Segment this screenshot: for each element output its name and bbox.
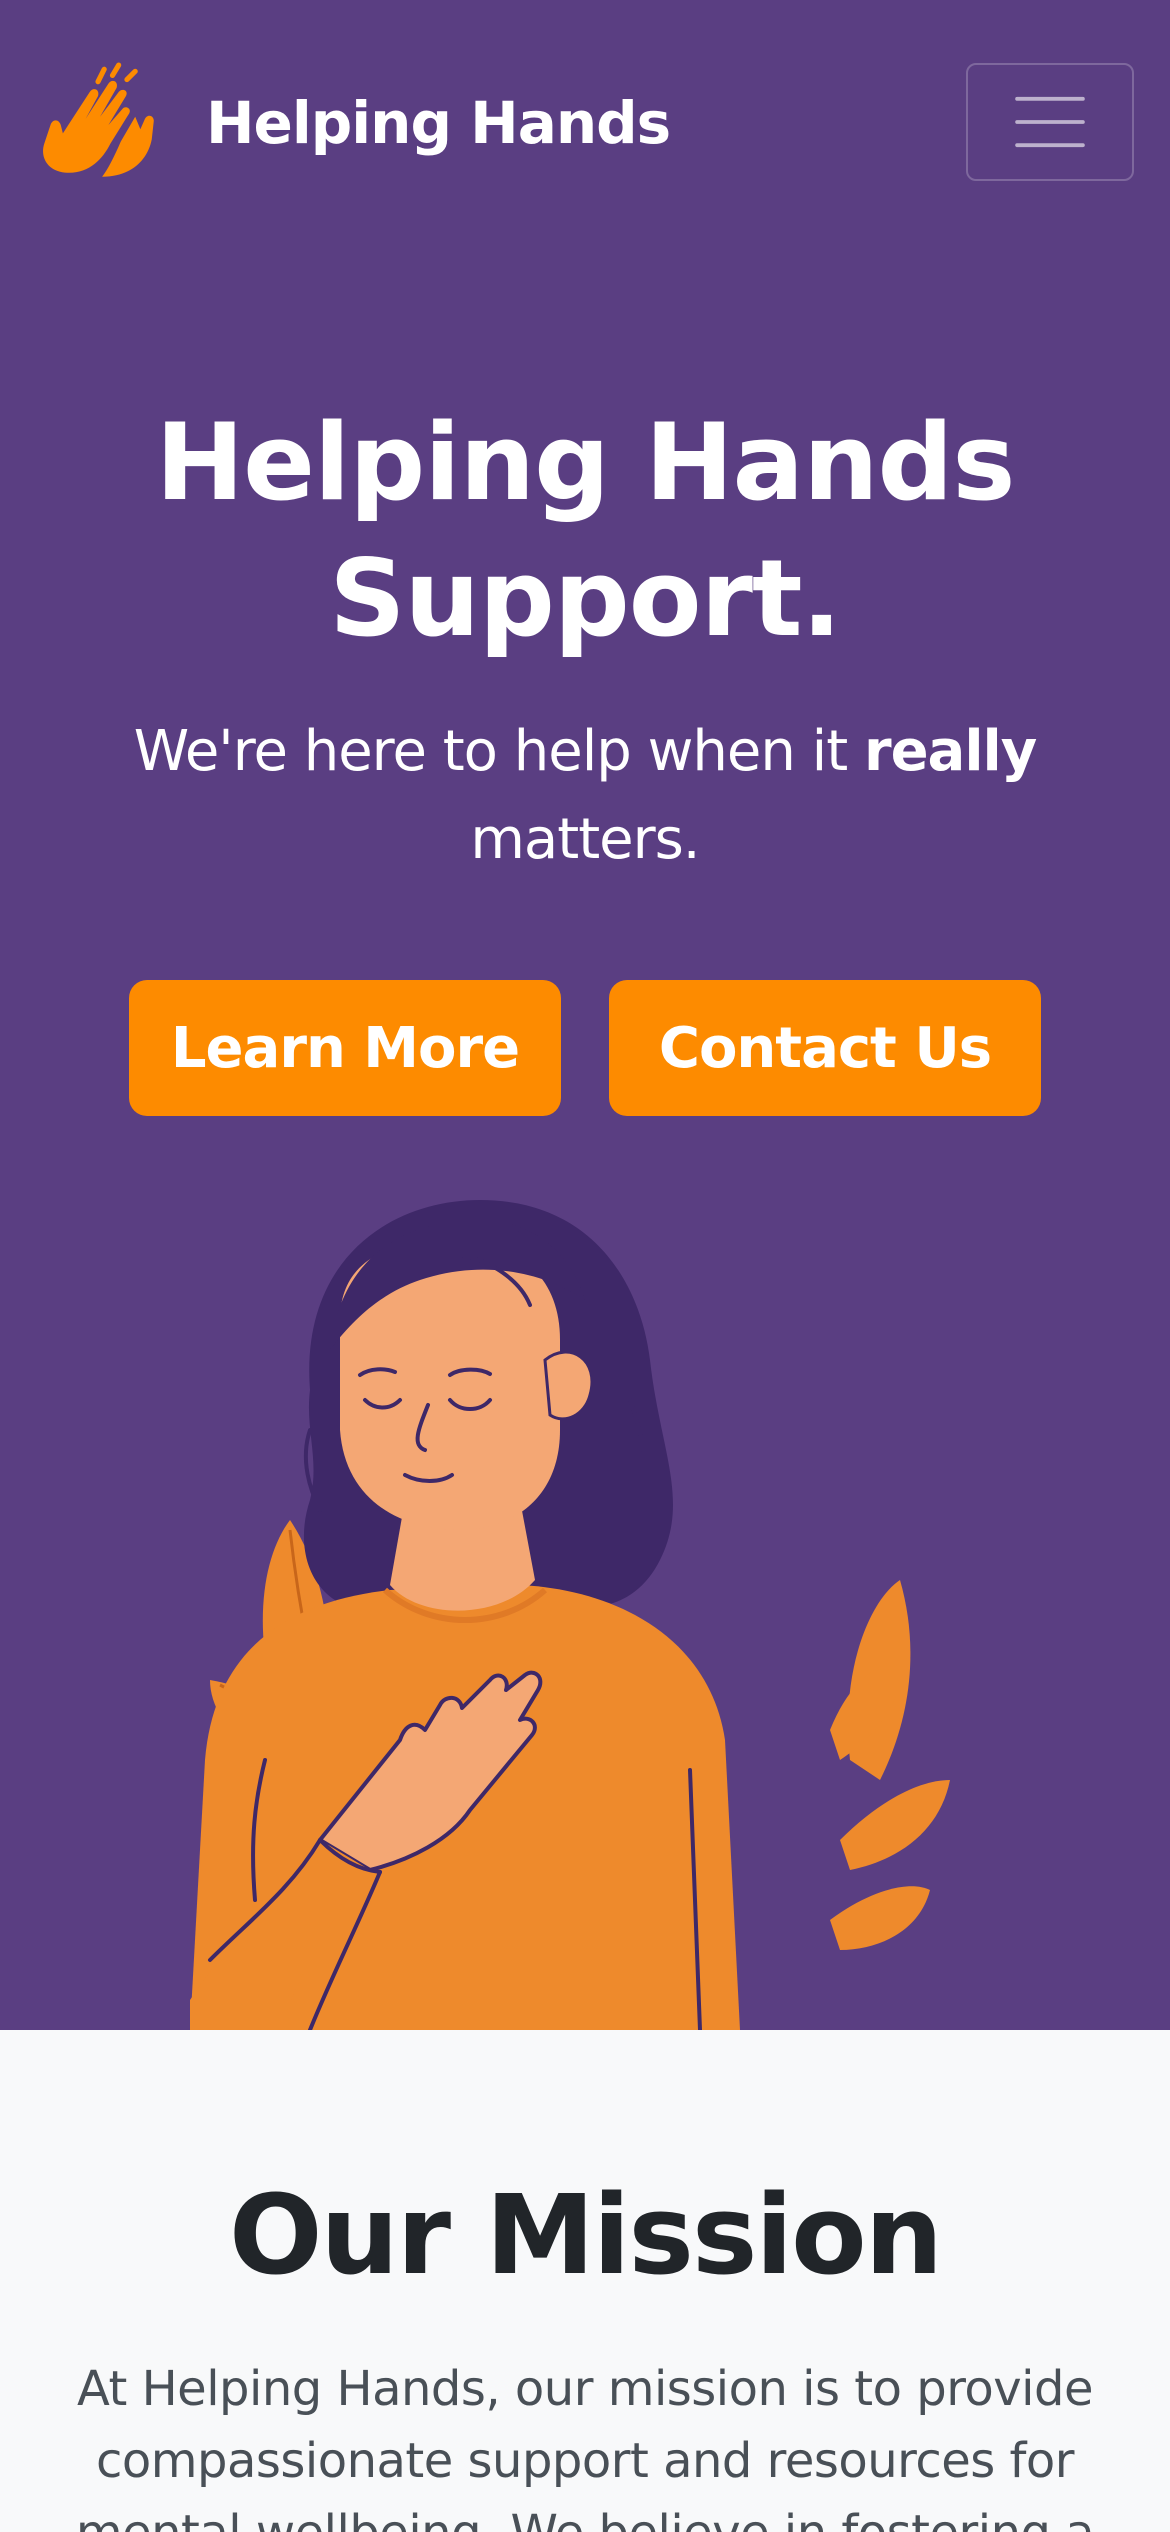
hero-lead-prefix: We're here to help when it xyxy=(133,719,864,784)
hero-section: Helping Hands Support. We're here to hel… xyxy=(0,240,1170,2030)
hamburger-menu-icon xyxy=(1015,96,1085,148)
mission-text: At Helping Hands, our mission is to prov… xyxy=(76,2361,1095,2532)
contact-us-button[interactable]: Contact Us xyxy=(609,980,1041,1116)
raised-hands-icon xyxy=(43,62,154,177)
page: Helping Hands Helping Hands Support. We'… xyxy=(0,0,1170,2532)
hero-lead-suffix: matters. xyxy=(470,807,700,872)
navbar: Helping Hands xyxy=(0,0,1170,240)
woman-hand-on-heart-illustration xyxy=(190,1200,950,2030)
hero-lead-emphasis: really xyxy=(863,719,1037,784)
brand-name: Helping Hands xyxy=(206,89,671,157)
menu-toggle-button[interactable] xyxy=(966,63,1134,181)
learn-more-button[interactable]: Learn More xyxy=(129,980,561,1116)
mission-section: Our Mission At Helping Hands, our missio… xyxy=(0,2030,1170,2532)
mission-title: Our Mission xyxy=(228,2171,943,2299)
hero-title: Helping Hands Support. xyxy=(155,401,1015,660)
hero-lead: We're here to help when it really matter… xyxy=(60,708,1110,884)
brand-link[interactable]: Helping Hands xyxy=(36,58,671,188)
